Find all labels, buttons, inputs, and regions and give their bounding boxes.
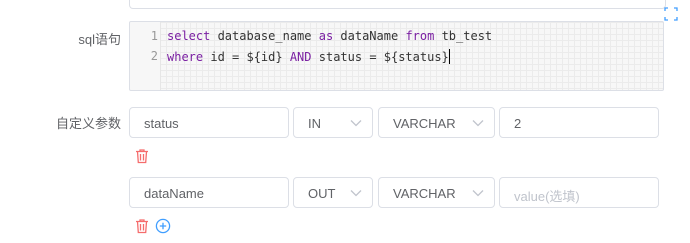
trash-icon[interactable] <box>134 218 150 234</box>
param-value-text: 2 <box>514 116 522 131</box>
param-type-value: VARCHAR <box>393 116 456 131</box>
custom-params-label: 自定义参数 <box>55 116 121 131</box>
sql-label: sql语句 <box>78 32 121 47</box>
param-name-input[interactable]: status <box>129 107 289 138</box>
sql-keyword: from <box>405 29 435 43</box>
param-type-select[interactable]: VARCHAR <box>378 177 495 208</box>
param-value-placeholder: value(选填) <box>514 189 580 204</box>
sql-keyword: where <box>167 50 204 64</box>
param-direction-select[interactable]: IN <box>293 107 373 138</box>
param-type-value: VARCHAR <box>393 186 456 201</box>
param-direction-select[interactable]: OUT <box>293 177 373 208</box>
sql-code-line[interactable]: where id = ${id} AND status = ${status} <box>167 49 450 64</box>
line-number: 2 <box>150 49 158 63</box>
param-value-input[interactable]: 2 <box>499 107 659 138</box>
param-value-input[interactable]: value(选填) <box>499 177 659 208</box>
param-name-value: status <box>144 116 179 131</box>
param-name-input[interactable]: dataName <box>129 177 289 208</box>
chevron-down-icon <box>472 190 484 197</box>
trash-icon[interactable] <box>134 148 150 164</box>
sql-text: tb_test <box>434 29 493 43</box>
line-gutter: 1 2 <box>130 22 161 90</box>
sql-code-line[interactable]: select database_name as dataName from tb… <box>167 29 492 43</box>
chevron-down-icon <box>350 190 362 197</box>
sql-text: database_name <box>210 29 319 43</box>
chevron-down-icon <box>350 120 362 127</box>
chevron-down-icon <box>472 120 484 127</box>
previous-field-box <box>129 0 666 9</box>
plus-circle-icon[interactable] <box>155 218 171 234</box>
sql-text: dataName <box>333 29 406 43</box>
param-direction-value: OUT <box>308 186 336 201</box>
text-cursor <box>448 49 450 64</box>
fullscreen-icon[interactable] <box>664 7 678 21</box>
param-type-select[interactable]: VARCHAR <box>378 107 495 138</box>
param-direction-value: IN <box>308 116 321 131</box>
sql-keyword: AND <box>289 50 312 64</box>
param-name-value: dataName <box>144 186 204 201</box>
line-number: 1 <box>150 29 158 43</box>
sql-text: id = ${id} <box>203 50 290 64</box>
sql-keyword: as <box>318 29 334 43</box>
sql-keyword: select <box>167 29 211 43</box>
sql-editor[interactable]: 1 2 select database_name as dataName fro… <box>129 21 664 91</box>
sql-text: status = ${status} <box>311 50 449 64</box>
